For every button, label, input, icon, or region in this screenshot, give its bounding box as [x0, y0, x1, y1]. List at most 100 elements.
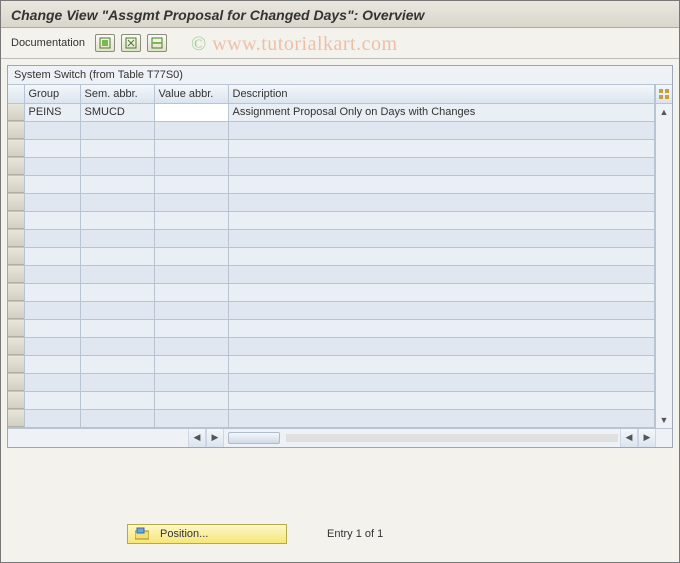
- configure-columns-icon[interactable]: [656, 85, 672, 104]
- cell-sem-abbr[interactable]: [80, 229, 154, 247]
- cell-description[interactable]: [228, 391, 655, 409]
- horizontal-scrollbar[interactable]: ◀ ▶ ◀ ▶: [8, 428, 672, 447]
- cell-group[interactable]: [24, 193, 80, 211]
- cell-sem-abbr[interactable]: SMUCD: [80, 103, 154, 121]
- cell-value-abbr[interactable]: [154, 319, 228, 337]
- cell-description[interactable]: [228, 355, 655, 373]
- cell-description[interactable]: [228, 139, 655, 157]
- cell-sem-abbr[interactable]: [80, 319, 154, 337]
- cell-description[interactable]: [228, 409, 655, 427]
- cell-group[interactable]: [24, 373, 80, 391]
- hscroll-thumb[interactable]: [228, 432, 280, 444]
- cell-description[interactable]: [228, 247, 655, 265]
- table-row[interactable]: [8, 121, 655, 139]
- table-row[interactable]: [8, 301, 655, 319]
- cell-group[interactable]: [24, 247, 80, 265]
- table-row[interactable]: [8, 409, 655, 427]
- select-all-icon[interactable]: [95, 34, 115, 52]
- col-value-abbr[interactable]: Value abbr.: [154, 85, 228, 103]
- cell-description[interactable]: [228, 319, 655, 337]
- cell-value-abbr[interactable]: [154, 139, 228, 157]
- cell-sem-abbr[interactable]: [80, 409, 154, 427]
- cell-value-abbr[interactable]: [154, 103, 228, 121]
- table-row[interactable]: [8, 283, 655, 301]
- cell-sem-abbr[interactable]: [80, 337, 154, 355]
- row-selector[interactable]: [8, 337, 24, 355]
- cell-sem-abbr[interactable]: [80, 211, 154, 229]
- cell-description[interactable]: Assignment Proposal Only on Days with Ch…: [228, 103, 655, 121]
- vertical-scrollbar[interactable]: ▲ ▼: [655, 85, 672, 428]
- cell-description[interactable]: [228, 229, 655, 247]
- cell-sem-abbr[interactable]: [80, 139, 154, 157]
- cell-description[interactable]: [228, 283, 655, 301]
- row-selector[interactable]: [8, 139, 24, 157]
- cell-description[interactable]: [228, 265, 655, 283]
- table-row[interactable]: [8, 373, 655, 391]
- table-row[interactable]: [8, 319, 655, 337]
- cell-group[interactable]: [24, 229, 80, 247]
- table-row[interactable]: PEINSSMUCD Assignment Proposal Only on Da…: [8, 103, 655, 121]
- scroll-up-icon[interactable]: ▲: [656, 104, 672, 120]
- row-selector[interactable]: [8, 211, 24, 229]
- table-row[interactable]: [8, 229, 655, 247]
- cell-description[interactable]: [228, 175, 655, 193]
- table-row[interactable]: [8, 337, 655, 355]
- hscroll-track[interactable]: [224, 432, 620, 444]
- row-selector[interactable]: [8, 301, 24, 319]
- documentation-label[interactable]: Documentation: [11, 37, 85, 49]
- table-row[interactable]: [8, 193, 655, 211]
- row-selector-header[interactable]: [8, 85, 24, 103]
- col-group[interactable]: Group: [24, 85, 80, 103]
- deselect-all-icon[interactable]: [121, 34, 141, 52]
- cell-group[interactable]: [24, 301, 80, 319]
- cell-value-abbr[interactable]: [154, 175, 228, 193]
- cell-group[interactable]: [24, 283, 80, 301]
- cell-sem-abbr[interactable]: [80, 391, 154, 409]
- cell-value-abbr[interactable]: [154, 193, 228, 211]
- cell-value-abbr[interactable]: [154, 409, 228, 427]
- cell-sem-abbr[interactable]: [80, 157, 154, 175]
- cell-group[interactable]: [24, 211, 80, 229]
- table-row[interactable]: [8, 265, 655, 283]
- row-selector[interactable]: [8, 229, 24, 247]
- cell-value-abbr[interactable]: [154, 247, 228, 265]
- cell-sem-abbr[interactable]: [80, 355, 154, 373]
- cell-value-abbr[interactable]: [154, 337, 228, 355]
- cell-value-abbr[interactable]: [154, 211, 228, 229]
- cell-group[interactable]: [24, 319, 80, 337]
- row-selector[interactable]: [8, 121, 24, 139]
- cell-value-abbr[interactable]: [154, 157, 228, 175]
- cell-value-abbr[interactable]: [154, 121, 228, 139]
- select-block-icon[interactable]: [147, 34, 167, 52]
- cell-description[interactable]: [228, 301, 655, 319]
- cell-sem-abbr[interactable]: [80, 373, 154, 391]
- hscroll-right-arrow-1-icon[interactable]: ▶: [206, 429, 224, 447]
- row-selector[interactable]: [8, 103, 24, 121]
- row-selector[interactable]: [8, 391, 24, 409]
- hscroll-right-arrow-2-icon[interactable]: ▶: [638, 429, 656, 447]
- cell-group[interactable]: [24, 139, 80, 157]
- row-selector[interactable]: [8, 283, 24, 301]
- row-selector[interactable]: [8, 355, 24, 373]
- cell-group[interactable]: [24, 355, 80, 373]
- position-button[interactable]: Position...: [127, 524, 287, 544]
- table-row[interactable]: [8, 355, 655, 373]
- cell-sem-abbr[interactable]: [80, 193, 154, 211]
- cell-group[interactable]: [24, 265, 80, 283]
- cell-description[interactable]: [228, 157, 655, 175]
- cell-value-abbr[interactable]: [154, 265, 228, 283]
- table-row[interactable]: [8, 391, 655, 409]
- cell-group[interactable]: [24, 157, 80, 175]
- table-row[interactable]: [8, 139, 655, 157]
- cell-group[interactable]: PEINS: [24, 103, 80, 121]
- cell-value-abbr[interactable]: [154, 391, 228, 409]
- cell-sem-abbr[interactable]: [80, 283, 154, 301]
- cell-sem-abbr[interactable]: [80, 175, 154, 193]
- cell-value-abbr[interactable]: [154, 355, 228, 373]
- cell-sem-abbr[interactable]: [80, 121, 154, 139]
- row-selector[interactable]: [8, 157, 24, 175]
- cell-description[interactable]: [228, 211, 655, 229]
- cell-sem-abbr[interactable]: [80, 247, 154, 265]
- cell-value-abbr[interactable]: [154, 373, 228, 391]
- hscroll-inner-track[interactable]: [286, 434, 618, 442]
